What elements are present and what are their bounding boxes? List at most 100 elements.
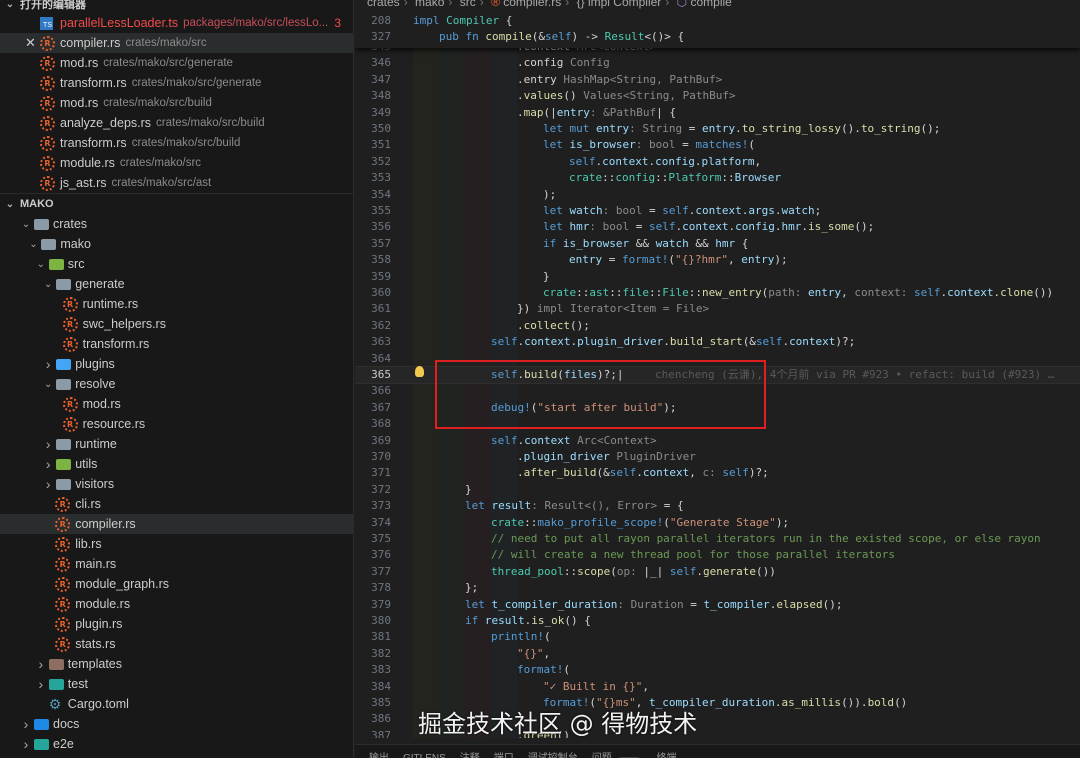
code-token: <()> {	[644, 30, 685, 44]
sticky-scroll[interactable]: 208 impl Compiler {327 pub fn compile(&sel…	[355, 12, 1080, 48]
code-line[interactable]: 376 // will create a new thread pool for …	[355, 547, 1080, 563]
code-text: let hmr: bool = self.context.config.hmr.…	[543, 219, 874, 235]
code-line[interactable]: 348 .values() Values<String, PathBuf>	[355, 88, 1080, 104]
code-token: self	[544, 30, 572, 44]
code-line[interactable]: 375 // need to put all rayon parallel ite…	[355, 531, 1080, 547]
code-line[interactable]: 358 entry = format!("{}?hmr", entry);	[355, 252, 1080, 268]
close-icon[interactable]: ✕	[25, 35, 36, 51]
open-editor-item[interactable]: Rmodule.rs crates/mako/src	[0, 153, 353, 173]
line-number: 373	[371, 499, 391, 513]
tree-item[interactable]: Rtransform.rs	[0, 334, 353, 354]
code-editor[interactable]: crates › mako › src › ® compiler.rs › {} imp…	[355, 0, 1080, 758]
tree-item[interactable]: › runtime	[0, 434, 353, 454]
code-line[interactable]: 354);	[355, 187, 1080, 203]
tree-item[interactable]: ⌄ crates	[0, 214, 353, 234]
tree-item[interactable]: Rlib.rs	[0, 534, 353, 554]
tree-item[interactable]: Rmod.rs	[0, 394, 353, 414]
code-line[interactable]: 353 crate::config::Platform::Browser	[355, 170, 1080, 186]
tree-item[interactable]: Rmodule.rs	[0, 594, 353, 614]
breadcrumb-item[interactable]: compile	[690, 0, 731, 9]
code-line[interactable]: 369 self.context Arc<Context>	[355, 433, 1080, 449]
code-line[interactable]: 381 println!(	[355, 629, 1080, 645]
code-line[interactable]: 208 impl Compiler {	[355, 13, 1080, 29]
code-line[interactable]: 349 .map(|entry: &PathBuf| {	[355, 105, 1080, 121]
breadcrumb-item[interactable]: {} impl Compiler	[577, 0, 662, 9]
code-line[interactable]: 327 pub fn compile(&self) -> Result<()> {	[355, 29, 1080, 45]
code-line[interactable]: 346 .config Config	[355, 55, 1080, 71]
tree-item[interactable]: Rcompiler.rs	[0, 514, 353, 534]
tree-item[interactable]: Rmodule_graph.rs	[0, 574, 353, 594]
code-line[interactable]: 351 let is_browser: bool = matches!(	[355, 137, 1080, 153]
panel-tab[interactable]: 调试控制台	[528, 753, 578, 758]
breadcrumb-item[interactable]: crates	[367, 0, 400, 9]
code-line[interactable]: 374 crate::mako_profile_scope!("Generate …	[355, 515, 1080, 531]
tree-item[interactable]: Rplugin.rs	[0, 614, 353, 634]
tree-item[interactable]: Rresource.rs	[0, 414, 353, 434]
open-editor-item[interactable]: Rjs_ast.rs crates/mako/src/ast	[0, 173, 353, 193]
code-line[interactable]: 360 crate::ast::file::File::new_entry(pat…	[355, 285, 1080, 301]
code-line[interactable]: 373 let result: Result<(), Error> = {	[355, 498, 1080, 514]
explorer-header[interactable]: ⌄ MAKO	[0, 194, 353, 214]
code-line[interactable]: 370 .plugin_driver PluginDriver	[355, 449, 1080, 465]
tree-item[interactable]: Rswc_helpers.rs	[0, 314, 353, 334]
tree-item[interactable]: Rruntime.rs	[0, 294, 353, 314]
open-editor-item[interactable]: ✕ Rcompiler.rs crates/mako/src	[0, 33, 353, 53]
breadcrumb-item[interactable]: compiler.rs	[503, 0, 561, 9]
code-line[interactable]: 350 let mut entry: String = entry.to_stri…	[355, 121, 1080, 137]
panel-tab[interactable]: 输出	[369, 753, 389, 758]
code-line[interactable]: 377 thread_pool::scope(op: |_| self.gener…	[355, 564, 1080, 580]
tree-item[interactable]: › visitors	[0, 474, 353, 494]
code-line[interactable]: 363 self.context.plugin_driver.build_star…	[355, 334, 1080, 350]
code-line[interactable]: 356 let hmr: bool = self.context.config.h…	[355, 219, 1080, 235]
panel-tab[interactable]: 端口	[494, 753, 514, 758]
lightbulb-icon[interactable]	[415, 366, 424, 377]
tree-item[interactable]: Rstats.rs	[0, 634, 353, 654]
code-line[interactable]: 384 "✓ Built in {}",	[355, 679, 1080, 695]
code-line[interactable]: 347 .entry HashMap<String, PathBuf>	[355, 72, 1080, 88]
tree-item[interactable]: › docs	[0, 714, 353, 734]
tree-item[interactable]: › plugins	[0, 354, 353, 374]
tree-item[interactable]: ⚙ Cargo.toml	[0, 694, 353, 714]
tree-item[interactable]: ⌄ resolve	[0, 374, 353, 394]
line-number: 354	[371, 187, 391, 201]
code-line[interactable]: 382 "{}",	[355, 646, 1080, 662]
code-line[interactable]: 379 let t_compiler_duration: Duration = t…	[355, 597, 1080, 613]
open-editor-item[interactable]: Rmod.rs crates/mako/src/build	[0, 93, 353, 113]
code-line[interactable]: 355 let watch: bool = self.context.args.w…	[355, 203, 1080, 219]
code-token: let	[543, 220, 570, 234]
tree-item[interactable]: ⌄ src	[0, 254, 353, 274]
code-line[interactable]: 362 .collect();	[355, 318, 1080, 334]
panel-tab[interactable]: 问题142	[592, 753, 643, 758]
code-line[interactable]: 352 self.context.config.platform,	[355, 154, 1080, 170]
breadcrumb-item[interactable]: mako	[415, 0, 444, 9]
tree-item[interactable]: › utils	[0, 454, 353, 474]
code-line[interactable]: 383 format!(	[355, 662, 1080, 678]
tree-item[interactable]: › e2e	[0, 734, 353, 754]
code-line[interactable]: 359}	[355, 269, 1080, 285]
open-editor-item[interactable]: Rtransform.rs crates/mako/src/generate	[0, 73, 353, 93]
line-number: 357	[371, 236, 391, 250]
open-editor-item[interactable]: Ranalyze_deps.rs crates/mako/src/build	[0, 113, 353, 133]
code-line[interactable]: 378};	[355, 580, 1080, 596]
code-line[interactable]: 357 if is_browser && watch && hmr {	[355, 236, 1080, 252]
tree-item[interactable]: › templates	[0, 654, 353, 674]
code-line[interactable]: 372}	[355, 482, 1080, 498]
panel-tab[interactable]: GITLENS	[403, 753, 446, 758]
open-editor-item[interactable]: Rmod.rs crates/mako/src/generate	[0, 53, 353, 73]
tree-item[interactable]: ⌄ generate	[0, 274, 353, 294]
tree-item[interactable]: Rcli.rs	[0, 494, 353, 514]
open-editor-item[interactable]: TS parallelLessLoader.ts packages/mako/src…	[0, 13, 353, 33]
breadcrumb-item[interactable]: src	[460, 0, 476, 9]
tree-item[interactable]: › test	[0, 674, 353, 694]
open-editors-header[interactable]: ⌄ 打开的编辑器	[0, 0, 353, 14]
panel-tab[interactable]: 注释	[460, 753, 480, 758]
tree-item[interactable]: ⌄ mako	[0, 234, 353, 254]
rust-file-icon: R	[40, 155, 55, 171]
code-line[interactable]: 361}) impl Iterator<Item = File>	[355, 301, 1080, 317]
panel-tab[interactable]: 终端	[656, 753, 676, 758]
code-line[interactable]: 371 .after_build(&self.context, c: self)?…	[355, 465, 1080, 481]
tree-item[interactable]: Rmain.rs	[0, 554, 353, 574]
open-editor-item[interactable]: Rtransform.rs crates/mako/src/build	[0, 133, 353, 153]
code-line[interactable]: 345 .context Arc<Context>	[355, 48, 1080, 55]
code-line[interactable]: 380 if result.is_ok() {	[355, 613, 1080, 629]
